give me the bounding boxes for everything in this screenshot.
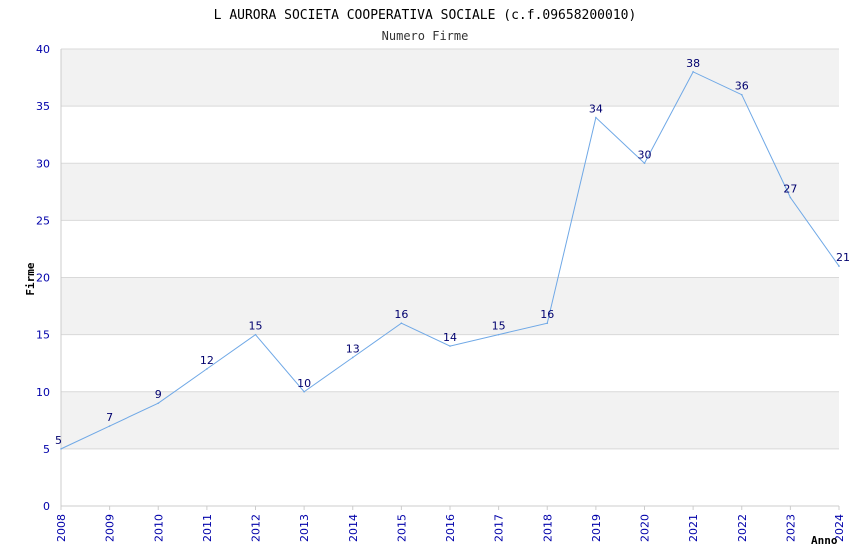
data-point bbox=[206, 368, 208, 370]
x-tick-labels: 2008 2009 2010 2011 2012 2013 2014 2015 2016 2017… bbox=[55, 506, 846, 542]
data-label: 7 bbox=[106, 411, 113, 424]
y-axis-label: Firme bbox=[24, 262, 37, 295]
chart-title: L AURORA SOCIETA COOPERATIVA SOCIALE (c.… bbox=[214, 8, 637, 23]
data-point bbox=[60, 448, 62, 450]
data-label: 36 bbox=[735, 80, 749, 93]
y-tick-label: 0 bbox=[43, 500, 50, 513]
x-tick-label: 2011 bbox=[201, 514, 214, 542]
data-label: 10 bbox=[297, 377, 311, 390]
y-tick-labels: 0 5 10 15 20 25 30 35 40 bbox=[36, 43, 50, 513]
x-tick-label: 2012 bbox=[250, 514, 263, 542]
grid-band bbox=[61, 277, 839, 335]
data-point bbox=[157, 402, 160, 404]
data-point bbox=[838, 265, 840, 267]
data-point bbox=[692, 71, 694, 73]
data-point bbox=[108, 425, 111, 427]
data-label: 14 bbox=[443, 331, 457, 344]
data-label: 34 bbox=[589, 103, 603, 116]
x-tick-label: 2022 bbox=[736, 514, 749, 542]
y-tick-label: 20 bbox=[36, 272, 50, 285]
x-tick-label: 2019 bbox=[590, 514, 603, 542]
data-label: 13 bbox=[346, 342, 360, 355]
x-tick-label: 2013 bbox=[298, 514, 311, 542]
data-label: 15 bbox=[249, 320, 263, 333]
data-label: 15 bbox=[492, 320, 506, 333]
y-tick-label: 35 bbox=[36, 100, 50, 113]
data-label: 16 bbox=[540, 308, 554, 321]
data-label: 30 bbox=[638, 148, 652, 161]
x-tick-label: 2009 bbox=[104, 514, 117, 542]
x-tick-label: 2017 bbox=[493, 514, 506, 542]
grid-band bbox=[61, 220, 839, 278]
x-tick-label: 2008 bbox=[55, 514, 68, 542]
chart: L AURORA SOCIETA COOPERATIVA SOCIALE (c.… bbox=[24, 8, 850, 547]
data-label: 27 bbox=[783, 183, 797, 196]
data-point bbox=[497, 333, 500, 336]
x-tick-label: 2021 bbox=[687, 514, 700, 542]
data-point bbox=[546, 322, 549, 325]
data-label: 38 bbox=[686, 57, 700, 70]
y-tick-label: 25 bbox=[36, 214, 50, 227]
grid-band bbox=[61, 448, 839, 506]
grid-band bbox=[61, 49, 839, 107]
x-axis-label: Anno bbox=[811, 534, 838, 547]
data-point bbox=[789, 196, 792, 199]
data-label: 16 bbox=[394, 308, 408, 321]
x-tick-label: 2023 bbox=[784, 514, 797, 542]
data-point bbox=[449, 345, 451, 347]
x-tick-label: 2010 bbox=[152, 514, 165, 542]
data-point bbox=[400, 322, 403, 325]
x-tick-label: 2020 bbox=[639, 514, 652, 542]
x-tick-label: 2018 bbox=[541, 514, 554, 542]
data-point bbox=[595, 116, 597, 119]
data-point bbox=[351, 356, 354, 359]
data-label: 9 bbox=[155, 388, 162, 401]
data-point bbox=[643, 162, 646, 165]
data-label: 5 bbox=[55, 434, 62, 447]
x-tick-label: 2015 bbox=[395, 514, 408, 542]
y-tick-label: 10 bbox=[36, 386, 50, 399]
data-point bbox=[254, 333, 257, 336]
chart-subtitle: Numero Firme bbox=[382, 29, 469, 43]
grid-band bbox=[61, 106, 839, 164]
data-point bbox=[740, 93, 743, 96]
data-label: 12 bbox=[200, 354, 214, 367]
y-tick-label: 15 bbox=[36, 329, 50, 342]
data-point bbox=[303, 390, 305, 393]
data-label: 21 bbox=[836, 251, 850, 264]
grid-band bbox=[61, 391, 839, 449]
y-tick-label: 5 bbox=[43, 443, 50, 456]
x-tick-label: 2016 bbox=[444, 514, 457, 542]
y-tick-label: 40 bbox=[36, 43, 50, 56]
grid-band bbox=[61, 163, 839, 221]
y-tick-label: 30 bbox=[36, 157, 50, 170]
x-tick-label: 2014 bbox=[347, 514, 360, 542]
